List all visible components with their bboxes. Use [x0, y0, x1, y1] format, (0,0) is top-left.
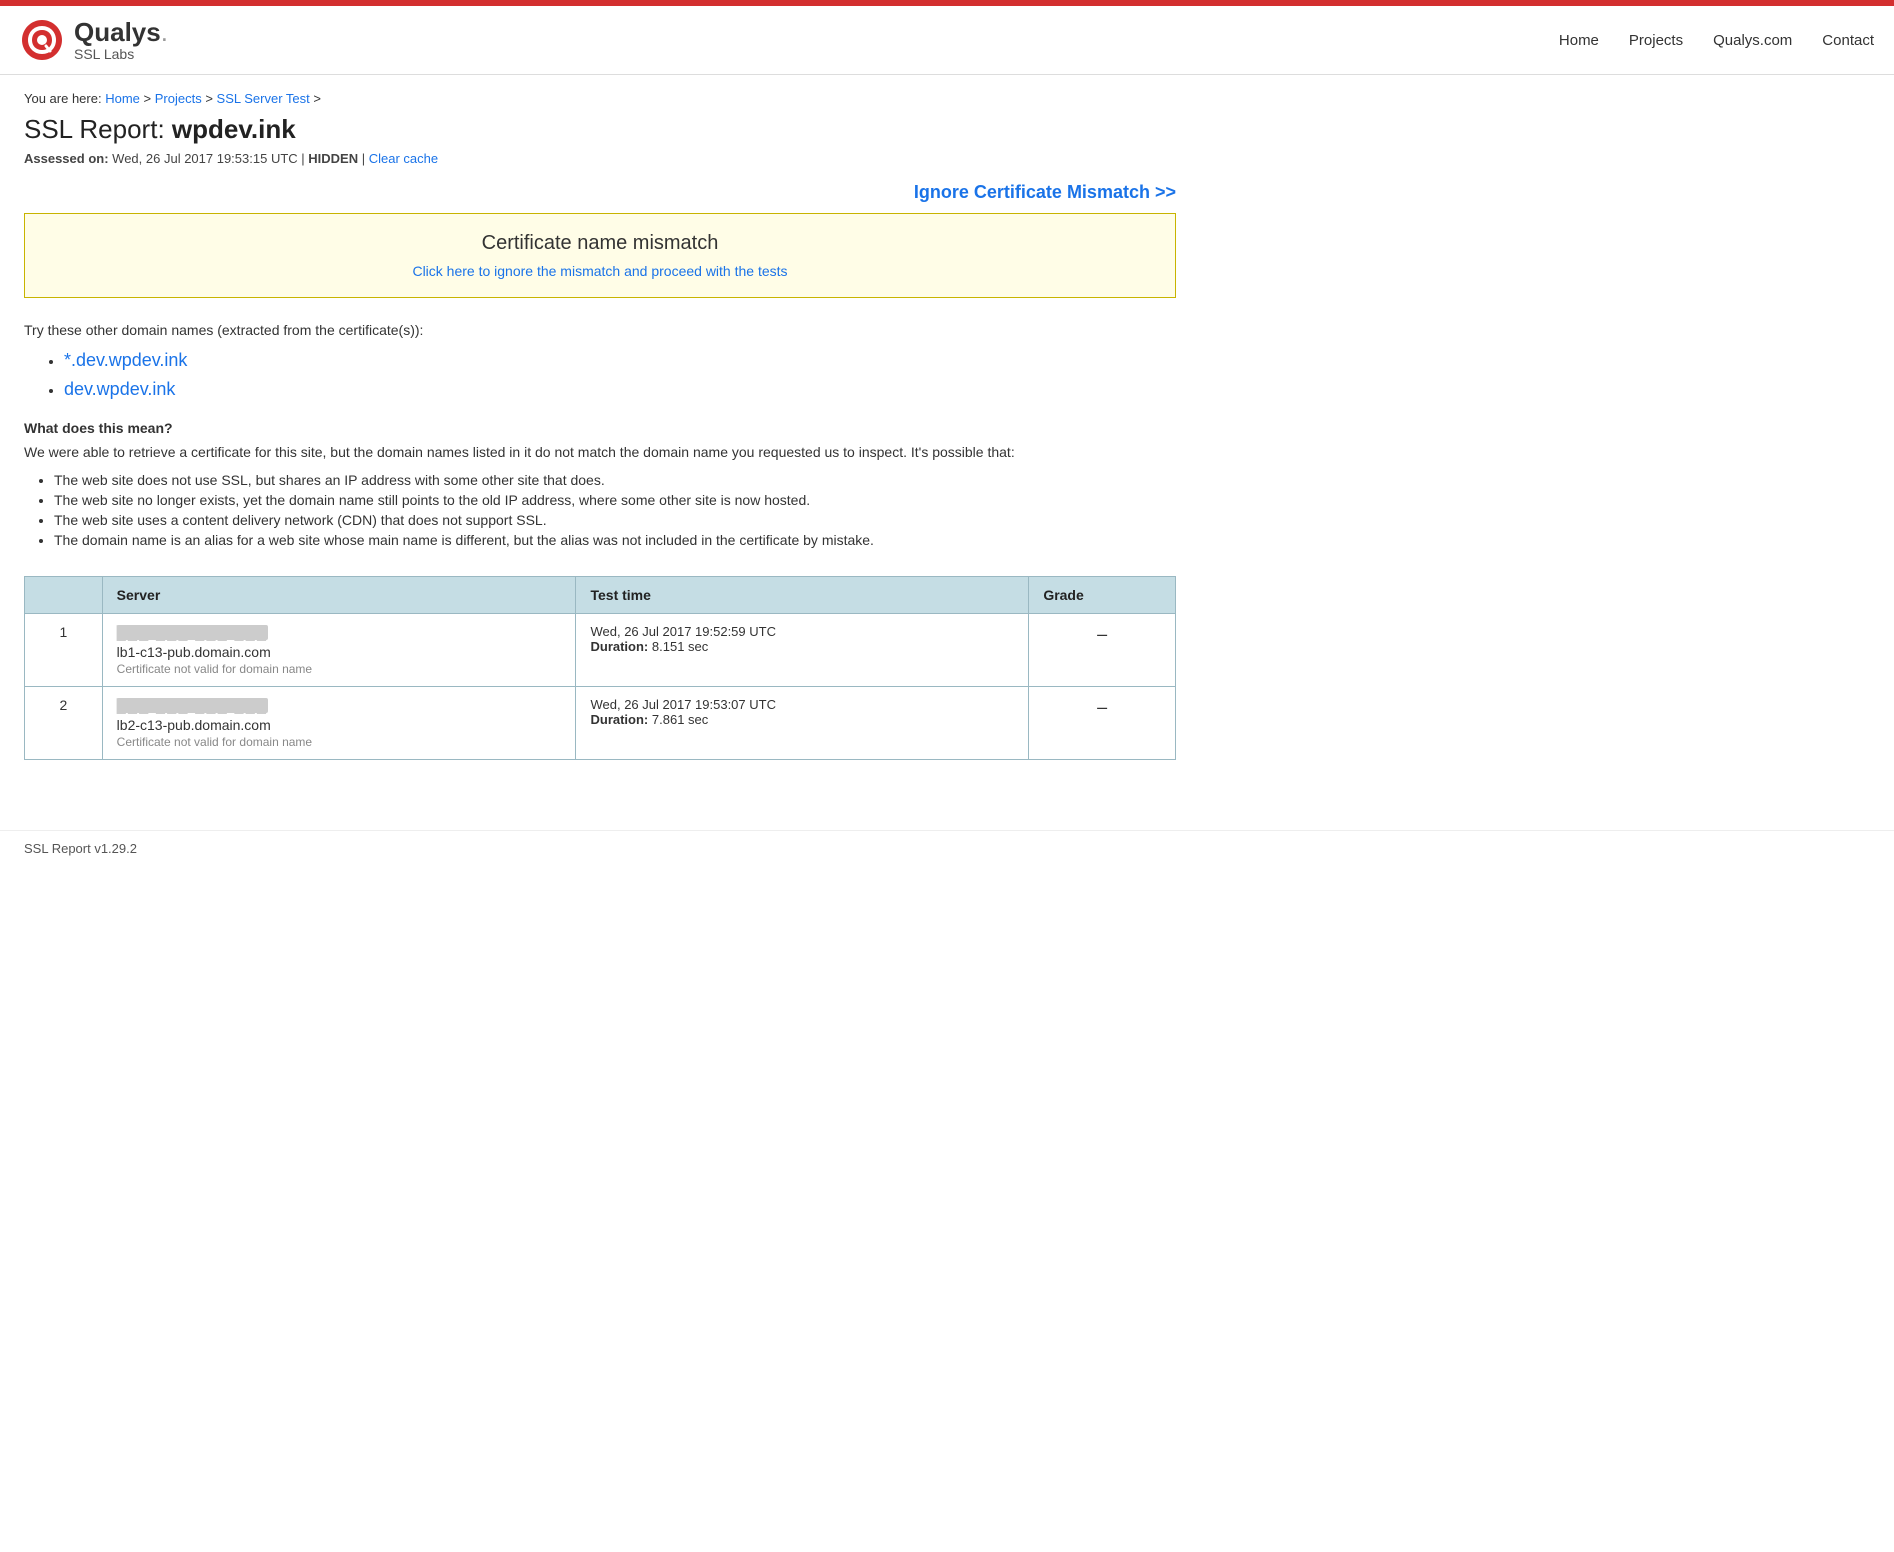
- cert-note-1: Certificate not valid for domain name: [117, 662, 312, 676]
- ignore-mismatch-link[interactable]: Ignore Certificate Mismatch >>: [914, 182, 1176, 202]
- nav-qualys-com[interactable]: Qualys.com: [1713, 32, 1792, 49]
- list-item: The web site no longer exists, yet the d…: [54, 492, 1176, 508]
- grade-cell-2: –: [1029, 687, 1176, 760]
- assessed-label: Assessed on:: [24, 151, 109, 166]
- warning-box-link[interactable]: Click here to ignore the mismatch and pr…: [412, 263, 787, 279]
- test-time-duration-2: Duration: 7.861 sec: [590, 712, 1014, 727]
- col-header-num: [25, 577, 103, 614]
- domain-list: *.dev.wpdev.ink dev.wpdev.ink: [24, 350, 1176, 400]
- nav-home[interactable]: Home: [1559, 32, 1599, 49]
- ip-blur-2: ███ ███ ███ ███: [117, 698, 268, 713]
- logo-area: Qualys. SSL Labs: [20, 18, 168, 62]
- cert-note-2: Certificate not valid for domain name: [117, 735, 312, 749]
- domain-link-dev[interactable]: dev.wpdev.ink: [64, 379, 175, 399]
- test-time-duration-1: Duration: 8.151 sec: [590, 639, 1014, 654]
- breadcrumb-home[interactable]: Home: [105, 91, 140, 106]
- list-item: The web site uses a content delivery net…: [54, 512, 1176, 528]
- server-cell-2: ███ ███ ███ ███ lb2-c13-pub.domain.com C…: [102, 687, 576, 760]
- qualys-label: Qualys.: [74, 19, 168, 45]
- breadcrumb-you-are-here: You are here:: [24, 91, 102, 106]
- main-content: You are here: Home > Projects > SSL Serv…: [0, 75, 1200, 830]
- server-hostname-2: lb2-c13-pub.domain.com: [117, 717, 271, 733]
- test-time-main-2: Wed, 26 Jul 2017 19:53:07 UTC: [590, 697, 1014, 712]
- list-item: The domain name is an alias for a web si…: [54, 532, 1176, 548]
- list-item: The web site does not use SSL, but share…: [54, 472, 1176, 488]
- breadcrumb-projects[interactable]: Projects: [155, 91, 202, 106]
- logo-text: Qualys. SSL Labs: [74, 19, 168, 61]
- domain-link-wildcard[interactable]: *.dev.wpdev.ink: [64, 350, 187, 370]
- breadcrumb: You are here: Home > Projects > SSL Serv…: [24, 91, 1176, 106]
- page-title-prefix: SSL Report:: [24, 114, 172, 144]
- page-title-domain: wpdev.ink: [172, 114, 296, 144]
- table-row: 1 ███ ███ ███ ███ lb1-c13-pub.domain.com…: [25, 614, 1176, 687]
- page-title: SSL Report: wpdev.ink: [24, 114, 1176, 145]
- header: Qualys. SSL Labs Home Projects Qualys.co…: [0, 6, 1894, 75]
- nav-projects[interactable]: Projects: [1629, 32, 1683, 49]
- assessed-line: Assessed on: Wed, 26 Jul 2017 19:53:15 U…: [24, 151, 1176, 166]
- ignore-mismatch-container: Ignore Certificate Mismatch >>: [24, 182, 1176, 203]
- test-time-cell-2: Wed, 26 Jul 2017 19:53:07 UTC Duration: …: [576, 687, 1029, 760]
- warning-box: Certificate name mismatch Click here to …: [24, 213, 1176, 298]
- ssllabs-label: SSL Labs: [74, 47, 168, 61]
- test-time-cell-1: Wed, 26 Jul 2017 19:52:59 UTC Duration: …: [576, 614, 1029, 687]
- table-header-row: Server Test time Grade: [25, 577, 1176, 614]
- col-header-server: Server: [102, 577, 576, 614]
- grade-value-1: –: [1097, 624, 1107, 644]
- grade-cell-1: –: [1029, 614, 1176, 687]
- qualys-period: .: [161, 17, 168, 47]
- server-table: Server Test time Grade 1 ███ ███ ███ ███…: [24, 576, 1176, 760]
- list-item: dev.wpdev.ink: [64, 379, 1176, 400]
- nav-contact[interactable]: Contact: [1822, 32, 1874, 49]
- col-header-testtime: Test time: [576, 577, 1029, 614]
- server-hostname-1: lb1-c13-pub.domain.com: [117, 644, 271, 660]
- warning-box-title: Certificate name mismatch: [45, 232, 1155, 255]
- server-cell-1: ███ ███ ███ ███ lb1-c13-pub.domain.com C…: [102, 614, 576, 687]
- row-num-1: 1: [25, 614, 103, 687]
- grade-value-2: –: [1097, 697, 1107, 717]
- row-num-2: 2: [25, 687, 103, 760]
- list-item: *.dev.wpdev.ink: [64, 350, 1176, 371]
- domain-intro: Try these other domain names (extracted …: [24, 322, 1176, 338]
- test-time-main-1: Wed, 26 Jul 2017 19:52:59 UTC: [590, 624, 1014, 639]
- breadcrumb-ssl-server-test[interactable]: SSL Server Test: [217, 91, 310, 106]
- what-description: We were able to retrieve a certificate f…: [24, 444, 1176, 460]
- clear-cache-link[interactable]: Clear cache: [369, 151, 438, 166]
- what-bullets: The web site does not use SSL, but share…: [24, 472, 1176, 548]
- assessed-hidden: HIDDEN: [308, 151, 358, 166]
- col-header-grade: Grade: [1029, 577, 1176, 614]
- footer: SSL Report v1.29.2: [0, 830, 1894, 866]
- table-row: 2 ███ ███ ███ ███ lb2-c13-pub.domain.com…: [25, 687, 1176, 760]
- ip-blur-1: ███ ███ ███ ███: [117, 625, 268, 640]
- qualys-logo-icon: [20, 18, 64, 62]
- assessed-datetime: Wed, 26 Jul 2017 19:53:15 UTC: [112, 151, 298, 166]
- main-nav: Home Projects Qualys.com Contact: [1559, 32, 1874, 49]
- what-title: What does this mean?: [24, 420, 1176, 436]
- footer-text: SSL Report v1.29.2: [24, 841, 137, 856]
